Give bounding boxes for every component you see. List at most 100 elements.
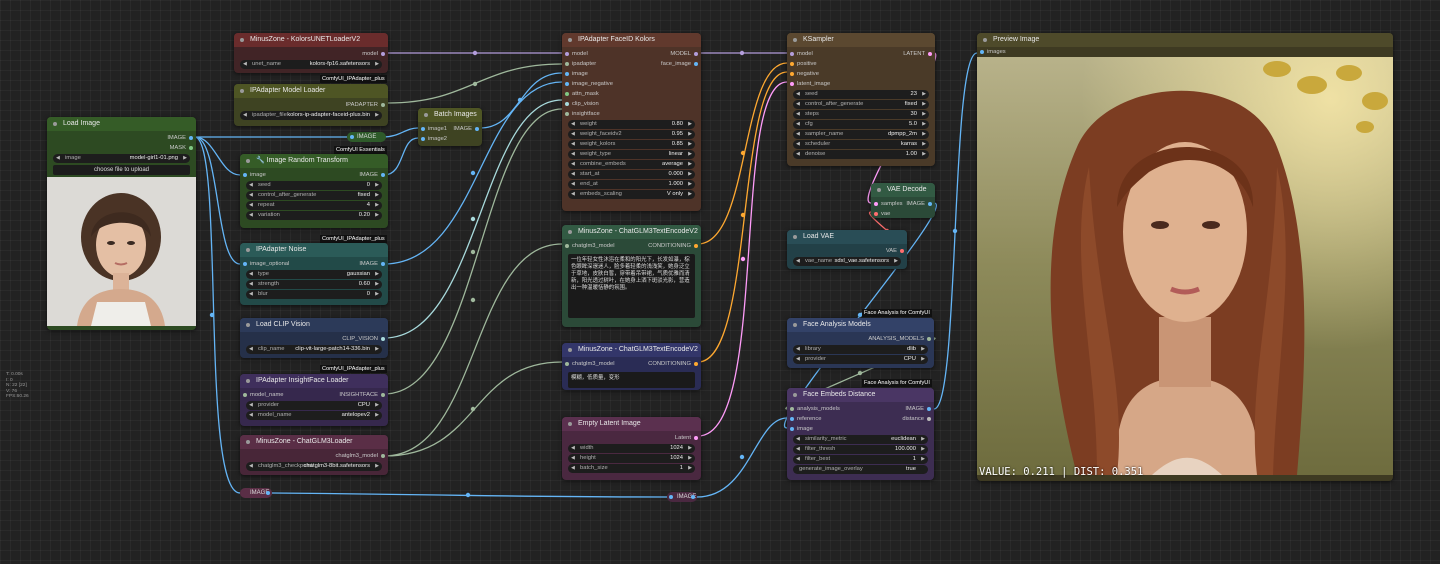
input-socket[interactable] [243, 262, 247, 266]
output-socket[interactable] [694, 436, 698, 440]
node-ksampler[interactable]: KSampler model LATENT positive negative l… [787, 33, 935, 166]
node-batch-images[interactable]: Batch Images image1 IMAGE image2 [418, 108, 482, 146]
widget-control-after-generate[interactable]: control_after_generatefixed [246, 191, 382, 200]
input-socket[interactable] [565, 102, 569, 106]
output-socket[interactable] [928, 202, 932, 206]
node-empty-latent-image[interactable]: Empty Latent Image Latent width1024 heig… [562, 417, 701, 480]
input-socket[interactable] [565, 362, 569, 366]
widget-end-at[interactable]: end_at1.000 [568, 180, 695, 189]
node-kolors-unet-loader[interactable]: MinusZone - KolorsUNETLoaderV2 model une… [234, 33, 388, 73]
node-ipadapter-noise[interactable]: IPAdapter Noise image_optionalIMAGE type… [240, 243, 388, 305]
widget-filter-thresh[interactable]: filter_thresh100.000 [793, 445, 928, 454]
output-socket[interactable] [694, 52, 698, 56]
widget-blur[interactable]: blur0 [246, 290, 382, 299]
output-socket[interactable] [381, 262, 385, 266]
widget-seed[interactable]: seed23 [793, 90, 929, 99]
widget-type[interactable]: typegaussian [246, 270, 382, 279]
input-socket[interactable] [790, 82, 794, 86]
input-socket[interactable] [980, 50, 984, 54]
prompt-textarea-negative[interactable]: 模糊，低质量，变形 [568, 372, 695, 388]
output-socket[interactable] [381, 173, 385, 177]
widget-weight-kolors[interactable]: weight_kolors0.85 [568, 140, 695, 149]
input-socket[interactable] [790, 52, 794, 56]
widget-seed[interactable]: seed0 [246, 181, 382, 190]
input-socket[interactable] [790, 62, 794, 66]
widget-vae-name[interactable]: vae_namesdxl_vae.safetensors [793, 257, 901, 266]
input-socket[interactable] [243, 173, 247, 177]
widget-strength[interactable]: strength0.60 [246, 280, 382, 289]
input-socket[interactable] [790, 407, 794, 411]
widget-cfg[interactable]: cfg5.0 [793, 120, 929, 129]
widget-steps[interactable]: steps30 [793, 110, 929, 119]
node-title[interactable]: Load Image [47, 117, 196, 131]
widget-unet-name[interactable]: unet_namekolors-fp16.safetensors [240, 60, 382, 69]
input-socket[interactable] [565, 82, 569, 86]
widget-weight-faceidv2[interactable]: weight_faceidv20.95 [568, 130, 695, 139]
widget-scheduler[interactable]: schedulerkarras [793, 140, 929, 149]
node-chatglm3-text-encode-negative[interactable]: MinusZone - ChatGLM3TextEncodeV2 chatglm… [562, 343, 701, 390]
node-title[interactable]: IPAdapter Model Loader [234, 84, 388, 98]
widget-ipadapter-file[interactable]: ipadapter_filekolors-ip-adapter-faceid-p… [240, 111, 382, 120]
input-socket[interactable] [790, 417, 794, 421]
input-socket[interactable] [874, 212, 878, 216]
widget-denoise[interactable]: denoise1.00 [793, 150, 929, 159]
node-title[interactable]: MinusZone - ChatGLM3TextEncodeV2 [562, 225, 701, 239]
output-socket[interactable] [475, 127, 479, 131]
node-chatglm3-loader[interactable]: MinusZone - ChatGLM3Loader chatglm3_mode… [240, 435, 388, 475]
widget-height[interactable]: height1024 [568, 454, 695, 463]
widget-batch-size[interactable]: batch_size1 [568, 464, 695, 473]
widget-chatglm3-checkpoint[interactable]: chatglm3_checkpointchatglm3-8bit.safeten… [246, 462, 382, 471]
node-title[interactable]: Empty Latent Image [562, 417, 701, 431]
node-face-embeds-distance[interactable]: Face Embeds Distance analysis_models IMAG… [787, 388, 934, 480]
widget-filter-best[interactable]: filter_best1 [793, 455, 928, 464]
widget-repeat[interactable]: repeat4 [246, 201, 382, 210]
input-socket[interactable] [565, 62, 569, 66]
node-title[interactable]: MinusZone - KolorsUNETLoaderV2 [234, 33, 388, 47]
input-socket[interactable] [565, 244, 569, 248]
output-socket[interactable] [381, 103, 385, 107]
output-socket[interactable] [900, 249, 904, 253]
node-title[interactable]: KSampler [787, 33, 935, 47]
output-socket[interactable] [927, 417, 931, 421]
widget-weight-type[interactable]: weight_typelinear [568, 150, 695, 159]
node-title[interactable]: IPAdapter Noise [240, 243, 388, 257]
node-ipadapter-model-loader[interactable]: IPAdapter Model Loader IPADAPTER ipadapt… [234, 84, 388, 126]
input-socket[interactable] [421, 137, 425, 141]
widget-image-select[interactable]: imagemodel-girl1-01.png [53, 154, 190, 163]
output-socket[interactable] [694, 244, 698, 248]
widget-sampler-name[interactable]: sampler_namedpmpp_2m [793, 130, 929, 139]
widget-start-at[interactable]: start_at0.000 [568, 170, 695, 179]
node-load-image[interactable]: Load Image IMAGE MASK imagemodel-girl1-0… [47, 117, 196, 330]
upload-button[interactable]: choose file to upload [53, 165, 190, 175]
input-socket[interactable] [243, 393, 247, 397]
output-socket[interactable] [381, 393, 385, 397]
output-socket[interactable] [381, 454, 385, 458]
widget-variation[interactable]: variation0.20 [246, 211, 382, 220]
output-socket[interactable] [694, 62, 698, 66]
output-socket[interactable] [927, 407, 931, 411]
widget-library[interactable]: librarydlib [793, 345, 928, 354]
output-socket[interactable] [694, 362, 698, 366]
widget-control-after-generate[interactable]: control_after_generatefixed [793, 100, 929, 109]
node-insightface-loader[interactable]: IPAdapter InsightFace Loader model_name I… [240, 374, 388, 426]
input-socket[interactable] [565, 92, 569, 96]
input-socket[interactable] [565, 112, 569, 116]
widget-clip-name[interactable]: clip_nameclip-vit-large-patch14-336.bin [246, 345, 382, 354]
node-face-analysis-models[interactable]: Face Analysis Models ANALYSIS_MODELS lib… [787, 318, 934, 368]
reroute-image[interactable]: IMAGE [347, 132, 387, 142]
node-title[interactable]: Preview Image [977, 33, 1393, 47]
node-vae-decode[interactable]: VAE Decode samples IMAGE vae [871, 183, 935, 218]
reroute-image-bottom-left[interactable]: IMAGE [240, 488, 272, 498]
node-title[interactable]: VAE Decode [871, 183, 935, 197]
node-title[interactable]: Load VAE [787, 230, 907, 244]
node-load-clip-vision[interactable]: Load CLIP Vision CLIP_VISION clip_namecl… [240, 318, 388, 358]
prompt-textarea-positive[interactable]: 一位年轻女性沐浴在柔和的阳光下，长发如瀑，棕色眼眸深邃迷人，脸多着轻柔的浅浅笑，… [568, 254, 695, 318]
input-socket[interactable] [565, 52, 569, 56]
output-socket[interactable] [928, 52, 932, 56]
output-socket[interactable] [189, 136, 193, 140]
node-preview-image[interactable]: Preview Image images [977, 33, 1393, 481]
widget-provider[interactable]: providerCPU [246, 401, 382, 410]
output-socket[interactable] [381, 52, 385, 56]
widget-similarity-metric[interactable]: similarity_metriceuclidean [793, 435, 928, 444]
toggle-generate-image-overlay[interactable]: generate_image_overlay true [793, 465, 928, 474]
